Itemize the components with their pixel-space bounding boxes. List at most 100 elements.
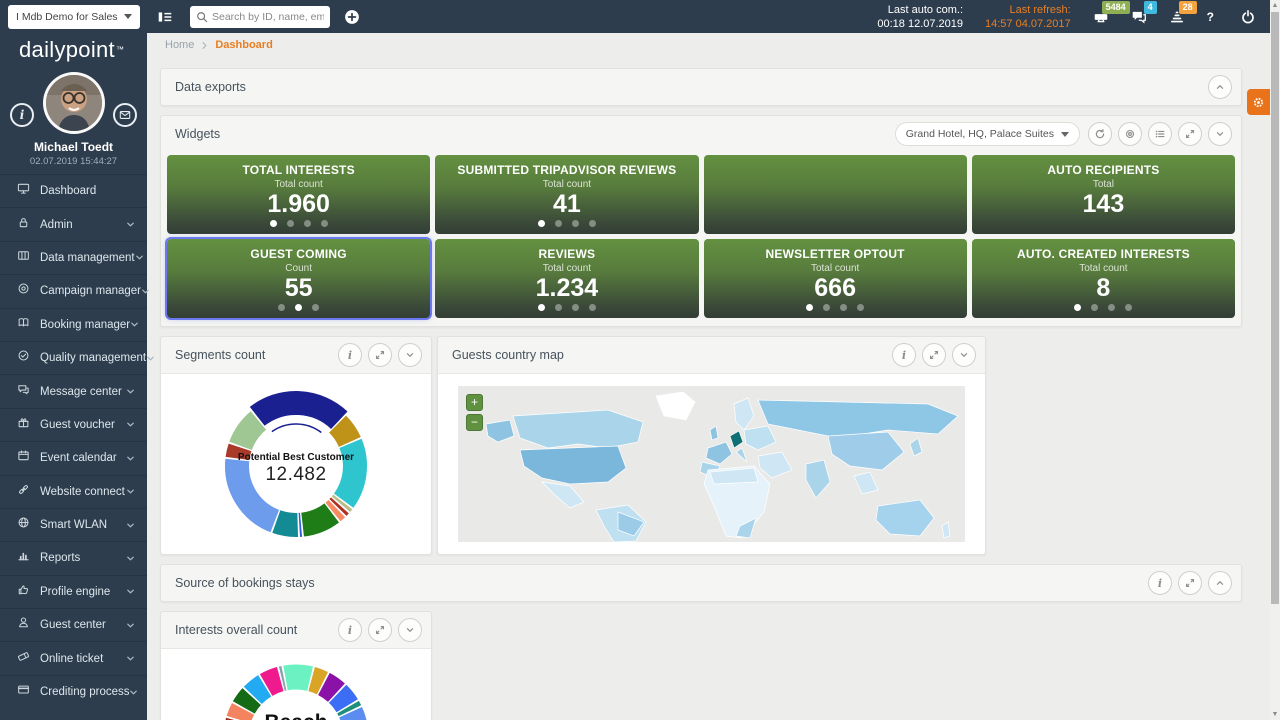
- sidebar-item-admin[interactable]: Admin: [0, 207, 147, 240]
- carousel-dot[interactable]: [857, 304, 864, 311]
- sidebar-item-data-management[interactable]: Data management: [0, 241, 147, 274]
- power-icon[interactable]: [1240, 9, 1256, 25]
- sidebar-item-booking-manager[interactable]: Booking manager: [0, 308, 147, 341]
- sidebar-item-online-ticket[interactable]: Online ticket: [0, 641, 147, 674]
- org-selector-value: I Mdb Demo for Sales: [16, 11, 118, 23]
- collapse-button[interactable]: [952, 343, 976, 367]
- carousel-dot[interactable]: [312, 304, 319, 311]
- expand-button[interactable]: [1178, 571, 1202, 595]
- chevron-right-icon: [201, 41, 208, 50]
- hotel-scope-selector[interactable]: Grand Hotel, HQ, Palace Suites: [895, 122, 1080, 146]
- info-button[interactable]: i: [338, 618, 362, 642]
- world-map[interactable]: + −: [458, 386, 965, 542]
- settings-button[interactable]: [1118, 122, 1142, 146]
- info-button[interactable]: i: [338, 343, 362, 367]
- map-zoom-out-button[interactable]: −: [466, 414, 483, 431]
- sidebar-item-campaign-manager[interactable]: Campaign manager: [0, 274, 147, 307]
- widget-card-guest-coming[interactable]: GUEST COMING Count 55: [167, 239, 430, 318]
- sidebar-item-guest-center[interactable]: Guest center: [0, 608, 147, 641]
- map-zoom-in-button[interactable]: +: [466, 394, 483, 411]
- widget-card-newsletter-optout[interactable]: NEWSLETTER OPTOUT Total count 666: [704, 239, 967, 318]
- collapse-button[interactable]: [1208, 122, 1232, 146]
- interests-overall-panel: Interests overall count i Beach: [160, 611, 432, 720]
- collapse-button[interactable]: [1208, 571, 1232, 595]
- sidebar-item-event-calendar[interactable]: Event calendar: [0, 441, 147, 474]
- carousel-dot[interactable]: [823, 304, 830, 311]
- sidebar-item-crediting-process[interactable]: Crediting process: [0, 675, 147, 708]
- expand-button[interactable]: [368, 343, 392, 367]
- sidebar-item-guest-voucher[interactable]: Guest voucher: [0, 408, 147, 441]
- carousel-dot[interactable]: [270, 220, 277, 227]
- breadcrumb-home[interactable]: Home: [165, 39, 194, 51]
- task-queue-button[interactable]: 28: [1169, 9, 1185, 25]
- widget-card-empty[interactable]: [704, 155, 967, 234]
- collapse-button[interactable]: [1208, 75, 1232, 99]
- carousel-dots[interactable]: [435, 220, 698, 227]
- search-input[interactable]: [212, 11, 324, 23]
- collapse-button[interactable]: [398, 618, 422, 642]
- chevron-down-icon: [126, 621, 135, 630]
- carousel-dots[interactable]: [167, 220, 430, 227]
- widget-card-auto-created-interests[interactable]: AUTO. CREATED INTERESTS Total count 8: [972, 239, 1235, 318]
- carousel-dot[interactable]: [538, 304, 545, 311]
- carousel-dot[interactable]: [295, 304, 302, 311]
- widget-card-submitted-tripadvisor-reviews[interactable]: SUBMITTED TRIPADVISOR REVIEWS Total coun…: [435, 155, 698, 234]
- page-scrollbar[interactable]: ▲ ▼: [1270, 0, 1280, 720]
- carousel-dot[interactable]: [840, 304, 847, 311]
- carousel-dot[interactable]: [1074, 304, 1081, 311]
- expand-button[interactable]: [1178, 122, 1202, 146]
- sidebar-toggle-icon[interactable]: [157, 9, 173, 25]
- widgets-panel: Widgets Grand Hotel, HQ, Palace Suites: [160, 115, 1242, 327]
- carousel-dot[interactable]: [572, 304, 579, 311]
- scroll-up-icon[interactable]: ▲: [1270, 2, 1280, 9]
- carousel-dots[interactable]: [972, 304, 1235, 311]
- carousel-dot[interactable]: [538, 220, 545, 227]
- sidebar-item-reports[interactable]: Reports: [0, 541, 147, 574]
- carousel-dot[interactable]: [555, 304, 562, 311]
- collapse-button[interactable]: [398, 343, 422, 367]
- carousel-dot[interactable]: [589, 304, 596, 311]
- sidebar-item-quality-management[interactable]: Quality management: [0, 341, 147, 374]
- floating-settings-button[interactable]: [1247, 89, 1270, 115]
- sidebar-item-smart-wlan[interactable]: Smart WLAN: [0, 508, 147, 541]
- profile-info-button[interactable]: i: [10, 103, 34, 127]
- sidebar-item-dashboard[interactable]: Dashboard: [0, 174, 147, 207]
- carousel-dot[interactable]: [304, 220, 311, 227]
- scroll-down-icon[interactable]: ▼: [1270, 711, 1280, 718]
- profile-mail-button[interactable]: [113, 103, 137, 127]
- sidebar-item-profile-engine[interactable]: Profile engine: [0, 575, 147, 608]
- breadcrumb-current[interactable]: Dashboard: [215, 39, 272, 51]
- carousel-dot[interactable]: [806, 304, 813, 311]
- org-selector[interactable]: I Mdb Demo for Sales: [8, 5, 140, 29]
- carousel-dot[interactable]: [572, 220, 579, 227]
- list-view-button[interactable]: [1148, 122, 1172, 146]
- carousel-dots[interactable]: [167, 304, 430, 311]
- info-button[interactable]: i: [1148, 571, 1172, 595]
- carousel-dot[interactable]: [1125, 304, 1132, 311]
- refresh-button[interactable]: [1088, 122, 1112, 146]
- export-queue-button[interactable]: 5484: [1093, 9, 1109, 25]
- carousel-dots[interactable]: [704, 304, 967, 311]
- carousel-dot[interactable]: [321, 220, 328, 227]
- sidebar-item-website-connect[interactable]: Website connect: [0, 475, 147, 508]
- expand-button[interactable]: [368, 618, 392, 642]
- carousel-dots[interactable]: [435, 304, 698, 311]
- messages-button[interactable]: 4: [1131, 9, 1147, 25]
- carousel-dot[interactable]: [1091, 304, 1098, 311]
- sidebar-item-message-center[interactable]: Message center: [0, 374, 147, 407]
- widget-card-reviews[interactable]: REVIEWS Total count 1.234: [435, 239, 698, 318]
- avatar[interactable]: [43, 72, 105, 134]
- info-button[interactable]: i: [892, 343, 916, 367]
- carousel-dot[interactable]: [278, 304, 285, 311]
- carousel-dot[interactable]: [589, 220, 596, 227]
- add-button[interactable]: [344, 9, 360, 25]
- widget-card-auto-recipients[interactable]: AUTO RECIPIENTS Total 143: [972, 155, 1235, 234]
- carousel-dot[interactable]: [555, 220, 562, 227]
- carousel-dot[interactable]: [1108, 304, 1115, 311]
- help-button[interactable]: ?: [1207, 10, 1214, 24]
- expand-button[interactable]: [922, 343, 946, 367]
- scrollbar-thumb[interactable]: [1271, 12, 1279, 604]
- carousel-dot[interactable]: [287, 220, 294, 227]
- widget-card-total-interests[interactable]: TOTAL INTERESTS Total count 1.960: [167, 155, 430, 234]
- monitor-icon: [17, 182, 30, 200]
